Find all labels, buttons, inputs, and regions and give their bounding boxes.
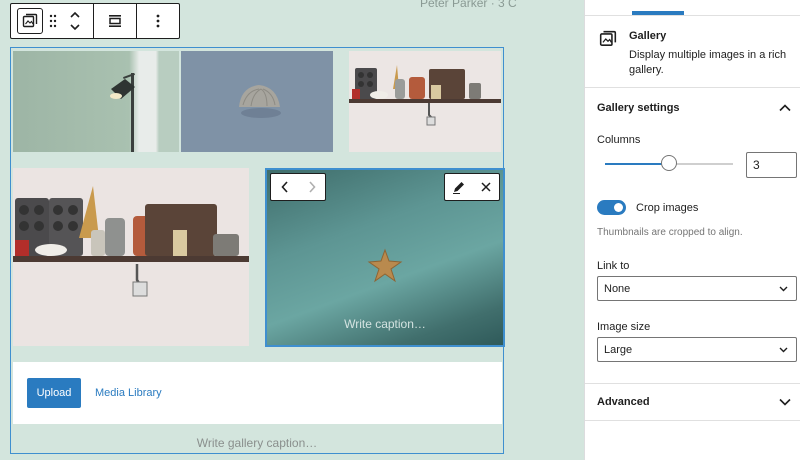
move-left-button[interactable]: [271, 174, 298, 200]
toolbar-group-more: [137, 4, 179, 38]
editor-canvas: Peter Parker · 3 C Write caption… Upload…: [0, 0, 584, 460]
columns-number-input[interactable]: [746, 152, 797, 178]
gallery-block[interactable]: Write caption… Upload Media Library Writ…: [10, 47, 505, 454]
image-size-label: Image size: [597, 321, 651, 333]
move-up-down-button[interactable]: [61, 7, 89, 35]
close-icon: [480, 182, 491, 192]
align-button[interactable]: [102, 7, 128, 35]
sea-urchin-image: [239, 85, 281, 118]
media-placeholder: Upload Media Library: [13, 362, 502, 424]
gallery-icon: [599, 30, 617, 46]
lamp-image: [110, 73, 135, 152]
link-to-value: None: [604, 282, 631, 295]
block-toolbar: [10, 3, 180, 39]
gallery-icon: [22, 13, 38, 28]
gallery-image-sea-urchin[interactable]: [181, 51, 333, 152]
drag-handle-icon: [49, 14, 57, 28]
edit-image-button[interactable]: [445, 174, 472, 200]
gallery-caption-input[interactable]: Write gallery caption…: [11, 436, 503, 450]
gallery-settings-title: Gallery settings: [597, 102, 680, 114]
gallery-settings-toggle[interactable]: Gallery settings: [585, 89, 800, 127]
advanced-panel-toggle[interactable]: Advanced: [585, 383, 800, 421]
link-to-label: Link to: [597, 260, 630, 272]
chevron-left-icon: [280, 181, 288, 193]
chevron-right-icon: [308, 181, 316, 193]
upload-button[interactable]: Upload: [27, 378, 81, 408]
link-to-select[interactable]: None: [597, 276, 797, 301]
toolbar-group-align: [94, 4, 137, 38]
pencil-icon: [453, 181, 464, 194]
advanced-title: Advanced: [597, 396, 650, 408]
chevron-down-icon: [779, 286, 788, 291]
gallery-image-starfish[interactable]: Write caption…: [265, 168, 505, 347]
columns-slider-fill: [605, 163, 669, 165]
toggle-knob: [614, 203, 623, 212]
shelf-image: [349, 65, 501, 126]
image-edit-toolbar: [444, 173, 500, 201]
crop-images-toggle[interactable]: [597, 200, 626, 215]
chevron-down-icon: [779, 347, 788, 352]
block-type-button[interactable]: [17, 8, 43, 34]
move-up-down-icon: [70, 11, 80, 31]
block-title: Gallery: [629, 30, 667, 42]
move-right-button[interactable]: [298, 174, 325, 200]
columns-label: Columns: [597, 134, 641, 146]
gallery-image-shelf-large[interactable]: [13, 168, 249, 346]
drag-handle-button[interactable]: [45, 7, 61, 35]
toolbar-group-transform: [11, 4, 94, 38]
columns-slider[interactable]: [605, 155, 733, 171]
block-icon: [599, 30, 617, 51]
media-library-button[interactable]: Media Library: [95, 387, 162, 399]
gallery-image-lamp[interactable]: [13, 51, 179, 152]
block-card: Gallery Display multiple images in a ric…: [585, 16, 800, 88]
author-hint: Peter Parker · 3 C: [420, 0, 517, 10]
align-icon: [109, 15, 121, 27]
gallery-image-shelf-small[interactable]: [349, 51, 501, 152]
image-size-select[interactable]: Large: [597, 337, 797, 362]
crop-images-help: Thumbnails are cropped to align.: [597, 227, 743, 238]
image-nav-toolbar: [270, 173, 326, 201]
more-options-icon: [156, 14, 160, 28]
crop-images-label: Crop images: [636, 202, 699, 214]
image-caption-input[interactable]: Write caption…: [267, 317, 503, 331]
settings-sidebar: Gallery Display multiple images in a ric…: [584, 0, 800, 460]
more-options-button[interactable]: [145, 7, 171, 35]
block-description: Display multiple images in a rich galler…: [629, 49, 787, 76]
image-size-value: Large: [604, 343, 633, 356]
chevron-up-icon: [779, 104, 791, 112]
chevron-down-icon: [779, 398, 791, 406]
shelf-image: [13, 186, 249, 297]
columns-slider-thumb[interactable]: [661, 155, 677, 171]
remove-image-button[interactable]: [472, 174, 499, 200]
